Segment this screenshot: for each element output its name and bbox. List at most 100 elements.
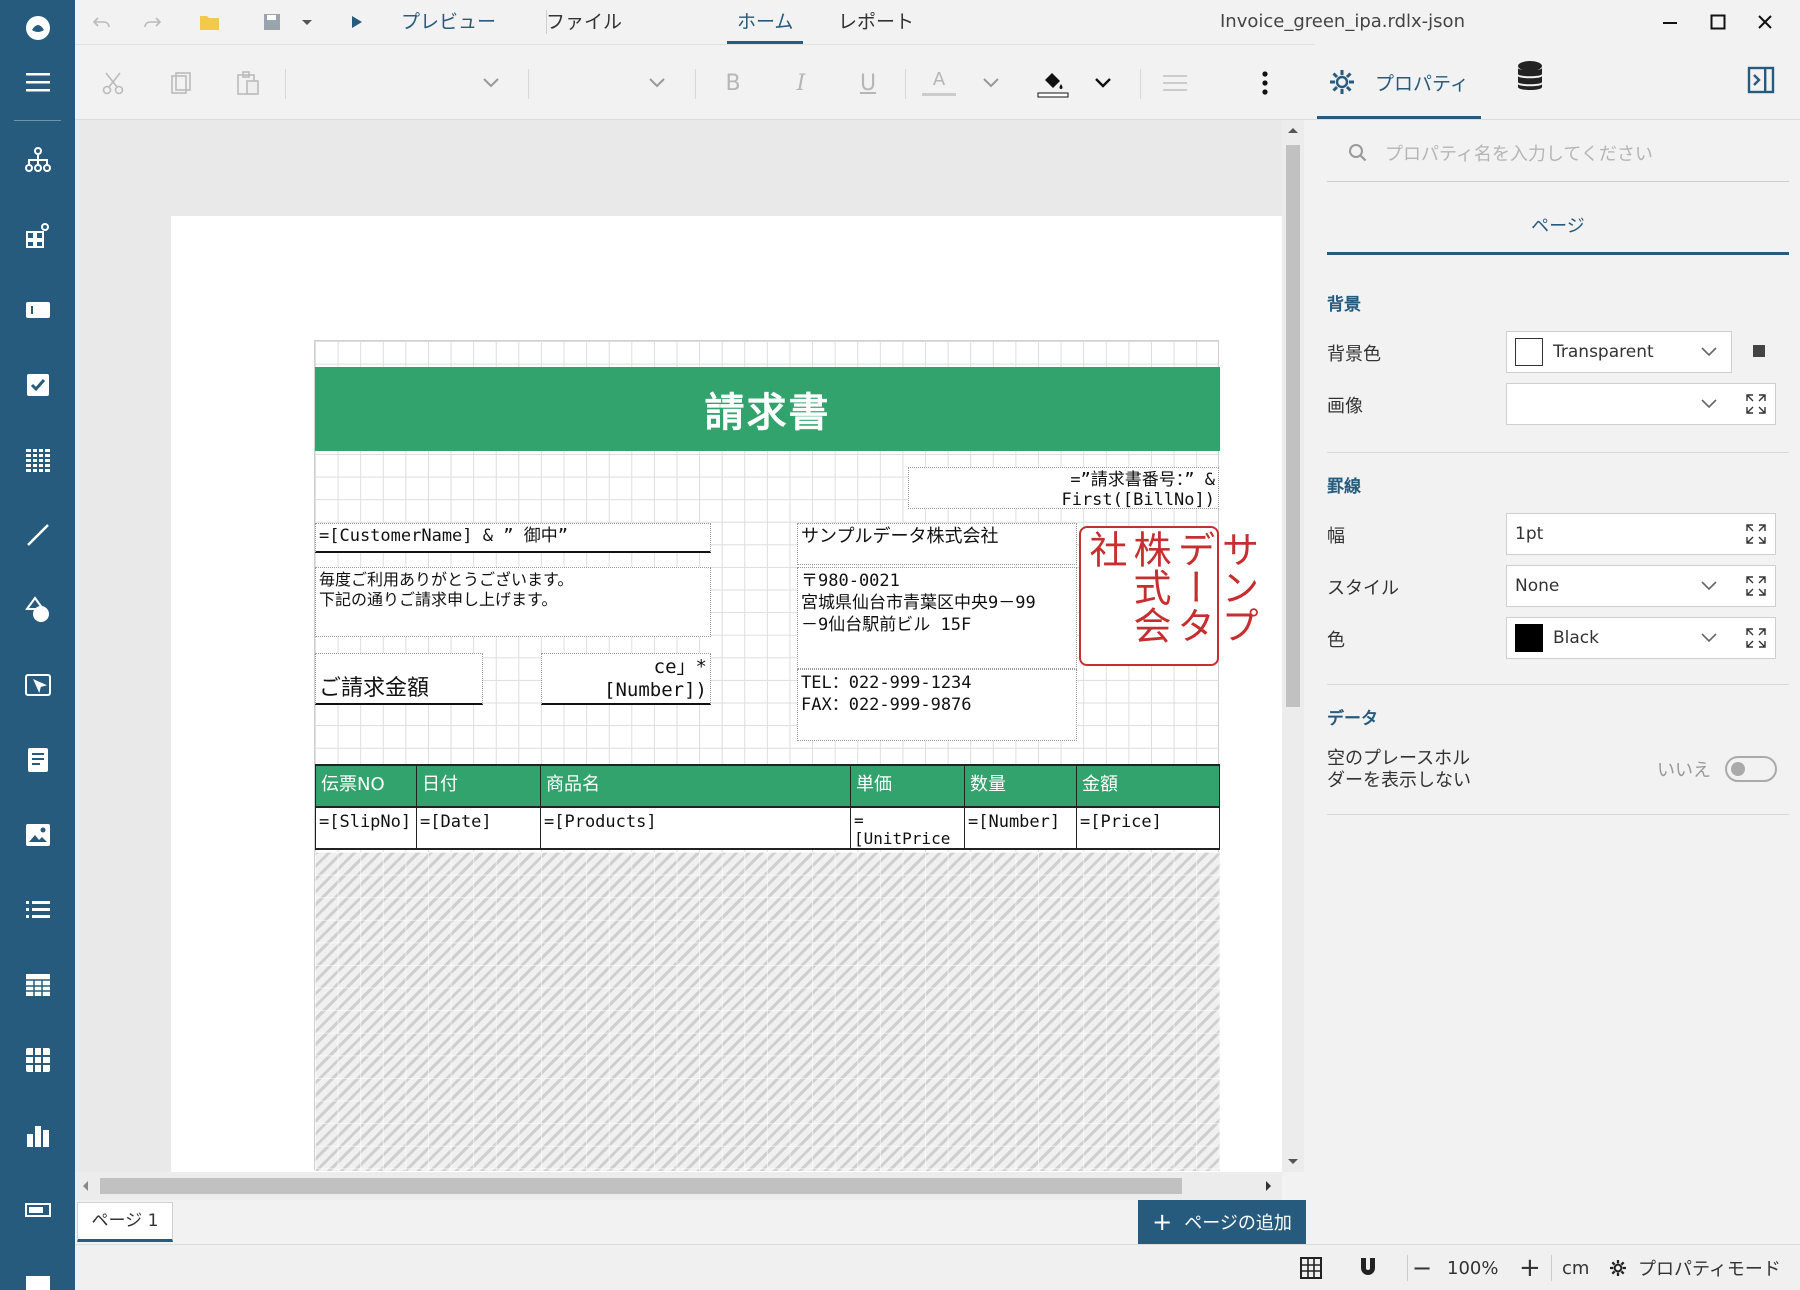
table-header-price[interactable]: 金額 xyxy=(1077,764,1220,808)
line-tool-icon[interactable] xyxy=(0,507,75,563)
snap-magnet-icon[interactable] xyxy=(1358,1245,1378,1290)
bold-button[interactable]: B xyxy=(713,59,753,107)
hide-empty-placeholder-toggle[interactable] xyxy=(1725,756,1777,782)
background-color-icon[interactable] xyxy=(1033,59,1073,107)
horizontal-scrollbar[interactable] xyxy=(75,1172,1282,1200)
horizontal-scroll-thumb[interactable] xyxy=(100,1178,1182,1194)
cut-icon[interactable] xyxy=(93,59,133,107)
maximize-icon[interactable] xyxy=(1703,0,1733,44)
save-icon[interactable] xyxy=(257,0,287,44)
rich-text-tool-icon[interactable] xyxy=(0,732,75,788)
grid-toggle-icon[interactable] xyxy=(1300,1245,1322,1290)
copy-icon[interactable] xyxy=(161,59,201,107)
checkbox-tool-icon[interactable] xyxy=(0,357,75,413)
open-folder-icon[interactable] xyxy=(195,0,225,44)
table-cell-slipno[interactable]: =[SlipNo] xyxy=(315,808,417,850)
properties-tab[interactable]: プロパティ xyxy=(1327,56,1469,108)
menu-file[interactable]: ファイル xyxy=(546,0,622,44)
preview-button[interactable]: プレビュー xyxy=(401,0,496,44)
customer-name-textbox[interactable]: =[CustomerName] & ” 御中” xyxy=(315,523,711,553)
border-style-select[interactable]: None xyxy=(1506,565,1776,607)
table-header-products[interactable]: 商品名 xyxy=(541,764,851,808)
zoom-in-icon[interactable]: + xyxy=(1519,1245,1541,1290)
font-color-button[interactable]: A xyxy=(919,59,959,107)
barcode-grid-tool-icon[interactable] xyxy=(0,432,75,488)
font-size-dropdown-icon[interactable] xyxy=(641,59,673,107)
input-field-tool-icon[interactable] xyxy=(0,657,75,713)
image-select[interactable] xyxy=(1506,383,1776,425)
tablix-tool-icon[interactable] xyxy=(0,1032,75,1088)
bg-color-reset-icon[interactable] xyxy=(1753,345,1765,357)
list-tool-icon[interactable] xyxy=(0,882,75,938)
table-header-date[interactable]: 日付 xyxy=(417,764,541,808)
title-band[interactable]: 請求書 xyxy=(315,367,1220,451)
scroll-down-icon[interactable] xyxy=(1287,1158,1299,1166)
expand-icon[interactable] xyxy=(1745,393,1767,415)
zoom-out-icon[interactable]: − xyxy=(1412,1245,1432,1290)
property-mode-button[interactable]: プロパティモード xyxy=(1608,1245,1781,1290)
design-canvas[interactable]: 請求書 =”請求書番号：” & First([BillNo]) =[Custom… xyxy=(75,120,1282,1172)
table-header-slipno[interactable]: 伝票NO xyxy=(315,764,417,808)
expand-icon[interactable] xyxy=(1745,627,1767,649)
scroll-up-icon[interactable] xyxy=(1287,126,1299,134)
chart-tool-icon[interactable] xyxy=(0,1107,75,1163)
paste-icon[interactable] xyxy=(228,59,268,107)
unit-selector[interactable]: cm xyxy=(1562,1245,1589,1290)
bullet-tool-icon[interactable] xyxy=(0,1182,75,1238)
add-page-button[interactable]: + ページの追加 xyxy=(1138,1200,1306,1244)
table-header-unitprice[interactable]: 単価 xyxy=(851,764,965,808)
border-color-select[interactable]: Black xyxy=(1506,617,1776,659)
company-contact-textbox[interactable]: TEL：022-999-1234 FAX：022-999-9876 xyxy=(797,669,1077,741)
align-icon[interactable] xyxy=(1155,59,1195,107)
data-sources-tab[interactable] xyxy=(1515,60,1545,96)
italic-button[interactable]: I xyxy=(781,59,821,107)
expand-icon[interactable] xyxy=(1745,575,1767,597)
report-page[interactable]: 請求書 =”請求書番号：” & First([BillNo]) =[Custom… xyxy=(171,216,1282,1172)
barcode-tool-icon[interactable] xyxy=(0,1257,75,1290)
amount-label-textbox[interactable]: ご請求金額 xyxy=(315,653,483,705)
textbox-tool-icon[interactable] xyxy=(0,282,75,338)
table-cell-date[interactable]: =[Date] xyxy=(417,808,541,850)
bg-color-select[interactable]: Transparent xyxy=(1506,331,1732,373)
menu-home[interactable]: ホーム xyxy=(737,0,793,44)
border-width-input[interactable]: 1pt xyxy=(1506,513,1776,555)
play-icon[interactable] xyxy=(347,0,367,44)
table-cell-price[interactable]: =[Price] xyxy=(1077,808,1220,850)
components-icon[interactable] xyxy=(0,207,75,263)
font-color-dropdown-icon[interactable] xyxy=(975,59,1007,107)
table-cell-products[interactable]: =[Products] xyxy=(541,808,851,850)
underline-button[interactable]: U xyxy=(848,59,888,107)
page-tab[interactable]: ページ xyxy=(1327,200,1789,254)
expand-icon[interactable] xyxy=(1745,523,1767,545)
save-dropdown-icon[interactable] xyxy=(297,0,317,44)
scroll-left-icon[interactable] xyxy=(81,1180,89,1192)
shape-tool-icon[interactable] xyxy=(0,582,75,638)
zoom-level[interactable]: 100% xyxy=(1447,1245,1498,1290)
amount-value-textbox[interactable]: ce」* [Number]) xyxy=(541,653,711,705)
close-icon[interactable] xyxy=(1750,0,1780,44)
vertical-scrollbar[interactable] xyxy=(1282,120,1304,1172)
scroll-right-icon[interactable] xyxy=(1265,1180,1273,1192)
company-name-textbox[interactable]: サンプルデータ株式会社 xyxy=(797,523,1077,565)
table-cell-number[interactable]: =[Number] xyxy=(965,808,1077,850)
property-search[interactable]: プロパティ名を入力してください xyxy=(1327,124,1789,182)
menu-report[interactable]: レポート xyxy=(838,0,914,44)
page-tab-1[interactable]: ページ 1 xyxy=(77,1202,173,1242)
undo-icon[interactable] xyxy=(87,0,117,44)
hamburger-menu-icon[interactable] xyxy=(0,54,75,110)
table-cell-unitprice[interactable]: = [UnitPrice xyxy=(851,808,965,850)
image-tool-icon[interactable] xyxy=(0,807,75,863)
greeting-textbox[interactable]: 毎度ご利用ありがとうございます。 下記の通りご請求申し上げます。 xyxy=(315,567,711,637)
report-body[interactable]: 請求書 =”請求書番号：” & First([BillNo]) =[Custom… xyxy=(314,340,1259,1171)
background-color-dropdown-icon[interactable] xyxy=(1087,59,1119,107)
minimize-icon[interactable] xyxy=(1655,0,1685,44)
report-explorer-icon[interactable] xyxy=(0,132,75,188)
table-tool-icon[interactable] xyxy=(0,957,75,1013)
redo-icon[interactable] xyxy=(137,0,167,44)
more-options-icon[interactable] xyxy=(1250,59,1280,107)
table-header-number[interactable]: 数量 xyxy=(965,764,1077,808)
collapse-panel-icon[interactable] xyxy=(1747,66,1775,98)
vertical-scroll-thumb[interactable] xyxy=(1286,145,1300,707)
company-seal-stamp[interactable]: サンプ データ 株式会社 xyxy=(1079,526,1259,666)
company-address-textbox[interactable]: 〒980-0021 宮城県仙台市青葉区中央9－99 －9仙台駅前ビル 15F xyxy=(797,567,1077,669)
